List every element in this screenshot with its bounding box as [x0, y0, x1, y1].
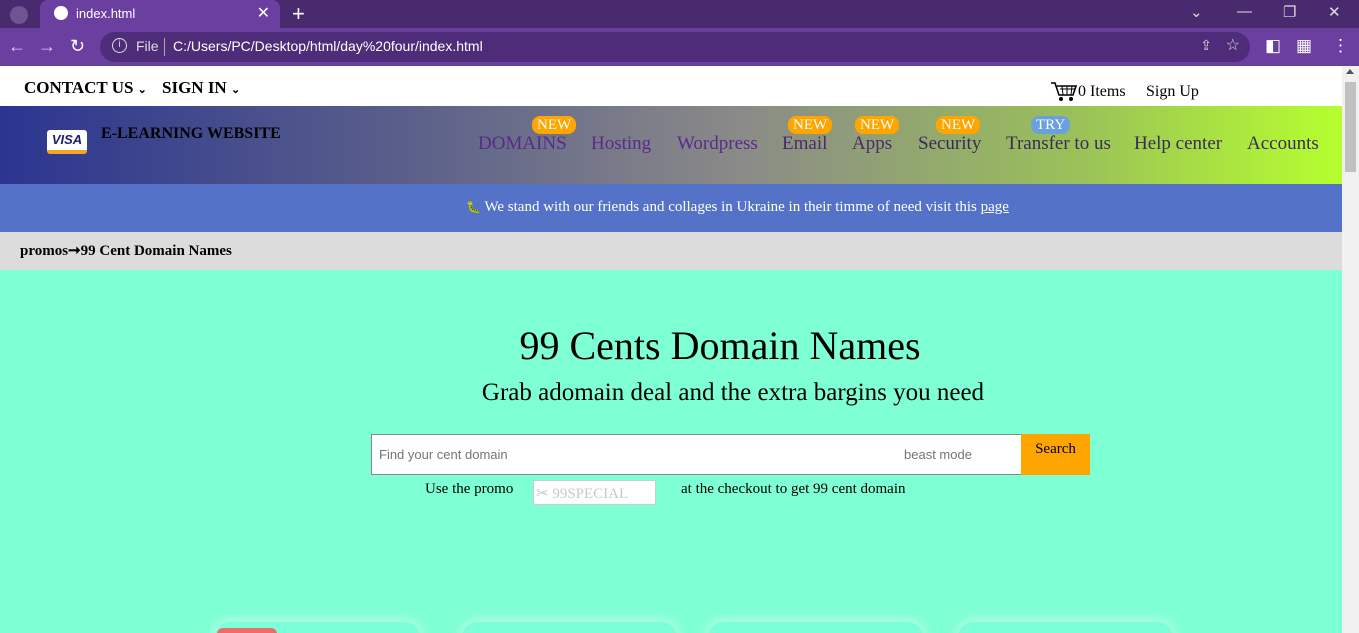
- breadcrumb: promos➞99 Cent Domain Names: [0, 232, 1342, 270]
- cart-items-count[interactable]: 0 Items: [1078, 83, 1126, 101]
- nav-wordpress[interactable]: Wordpress: [677, 133, 758, 155]
- promo-text-before: Use the promo: [425, 481, 514, 497]
- search-placeholder: Find your cent domain: [379, 447, 508, 462]
- sign-in-label: SIGN IN: [162, 78, 227, 97]
- url-text[interactable]: C:/Users/PC/Desktop/html/day%20four/inde…: [173, 38, 483, 54]
- promo-code-field[interactable]: ✂ 99SPECIAL: [533, 480, 656, 505]
- banner-page-link[interactable]: page: [981, 199, 1009, 215]
- nav-help-center[interactable]: Help center: [1134, 133, 1222, 155]
- address-bar[interactable]: i File C:/Users/PC/Desktop/html/day%20fo…: [100, 32, 1250, 62]
- banner-message: 🐛 We stand with our friends and collages…: [466, 199, 1009, 216]
- extension-icon[interactable]: ▦: [1296, 36, 1312, 56]
- contact-us-menu[interactable]: CONTACT US ⌄: [24, 78, 147, 98]
- nav-security[interactable]: Security: [918, 133, 981, 155]
- ukraine-banner: 🐛 We stand with our friends and collages…: [0, 184, 1342, 232]
- new-badge: NEW: [855, 116, 900, 134]
- new-badge: NEW: [936, 116, 981, 134]
- sign-up-link[interactable]: Sign Up: [1146, 83, 1199, 101]
- reload-button[interactable]: ↻: [70, 36, 85, 57]
- minimize-button[interactable]: —: [1237, 3, 1252, 20]
- address-toolbar: ← → ↻ i File C:/Users/PC/Desktop/html/da…: [0, 28, 1359, 66]
- sign-in-menu[interactable]: SIGN IN ⌄: [162, 78, 240, 98]
- utility-bar: CONTACT US ⌄ SIGN IN ⌄ 0 Items Sign Up: [0, 66, 1342, 106]
- tab-list-chevron-icon[interactable]: ⌄: [1190, 3, 1203, 21]
- divider: [164, 38, 165, 56]
- logo-text: VISA: [51, 132, 83, 147]
- scrollbar-thumb[interactable]: [1345, 82, 1356, 172]
- nav-hosting[interactable]: Hosting: [591, 133, 651, 155]
- info-icon[interactable]: i: [112, 38, 127, 53]
- tab-close-icon[interactable]: ✕: [257, 3, 270, 23]
- site-brand[interactable]: E-LEARNING WEBSITE: [101, 125, 281, 143]
- sale-tag: [217, 628, 277, 633]
- browser-menu-icon[interactable]: ⋮: [1332, 36, 1349, 56]
- page-subtitle: Grab adomain deal and the extra bargins …: [481, 379, 985, 406]
- new-tab-button[interactable]: +: [292, 1, 305, 27]
- chevron-down-icon: ⌄: [137, 84, 147, 96]
- try-badge: TRY: [1031, 116, 1071, 134]
- nav-apps[interactable]: Apps: [852, 133, 892, 155]
- page-viewport: CONTACT US ⌄ SIGN IN ⌄ 0 Items Sign Up V…: [0, 66, 1342, 633]
- visa-logo: VISA: [47, 130, 87, 154]
- browser-tab[interactable]: index.html ✕: [40, 0, 280, 28]
- banner-icon: 🐛: [466, 200, 481, 214]
- globe-icon: [54, 6, 68, 20]
- search-hint: beast mode: [904, 447, 972, 462]
- cart-icon[interactable]: [1050, 80, 1078, 102]
- forward-button[interactable]: →: [38, 36, 56, 57]
- domain-search-input[interactable]: Find your cent domain beast mode: [371, 434, 1022, 475]
- tab-title: index.html: [76, 6, 136, 21]
- page-scrollbar[interactable]: [1342, 66, 1359, 633]
- nav-email[interactable]: Email: [782, 133, 827, 155]
- browser-tab-strip: index.html ✕ + ⌄ — ❐ ✕: [0, 0, 1359, 28]
- contact-us-label: CONTACT US: [24, 78, 134, 97]
- bookmark-star-icon[interactable]: ☆: [1226, 35, 1240, 55]
- share-icon[interactable]: ⇪: [1200, 37, 1212, 54]
- offer-card[interactable]: [708, 622, 923, 633]
- new-badge: NEW: [532, 116, 577, 134]
- restore-button[interactable]: ❐: [1283, 3, 1296, 21]
- new-badge: NEW: [788, 116, 833, 134]
- file-scheme-label: File: [136, 38, 159, 54]
- back-button[interactable]: ←: [8, 36, 26, 57]
- nav-domains[interactable]: DOMAINS: [478, 133, 567, 155]
- offer-card[interactable]: [958, 622, 1173, 633]
- close-window-button[interactable]: ✕: [1328, 3, 1341, 21]
- chevron-down-icon: ⌄: [230, 84, 241, 96]
- scroll-up-arrow-icon[interactable]: [1346, 69, 1354, 74]
- banner-text: We stand with our friends and collages i…: [484, 199, 977, 215]
- nav-transfer[interactable]: Transfer to us: [1006, 133, 1111, 155]
- search-button[interactable]: Search: [1021, 434, 1090, 475]
- page-title: 99 Cents Domain Names: [519, 323, 921, 368]
- offer-card[interactable]: [462, 622, 677, 633]
- tab-search-icon[interactable]: [10, 6, 28, 24]
- breadcrumb-text[interactable]: promos➞99 Cent Domain Names: [20, 241, 232, 260]
- promo-text-after: at the checkout to get 99 cent domain: [681, 481, 906, 497]
- side-panel-icon[interactable]: ◧: [1265, 36, 1281, 56]
- main-header: VISA E-LEARNING WEBSITE DOMAINS NEW Host…: [0, 106, 1342, 184]
- nav-accounts[interactable]: Accounts: [1247, 133, 1319, 155]
